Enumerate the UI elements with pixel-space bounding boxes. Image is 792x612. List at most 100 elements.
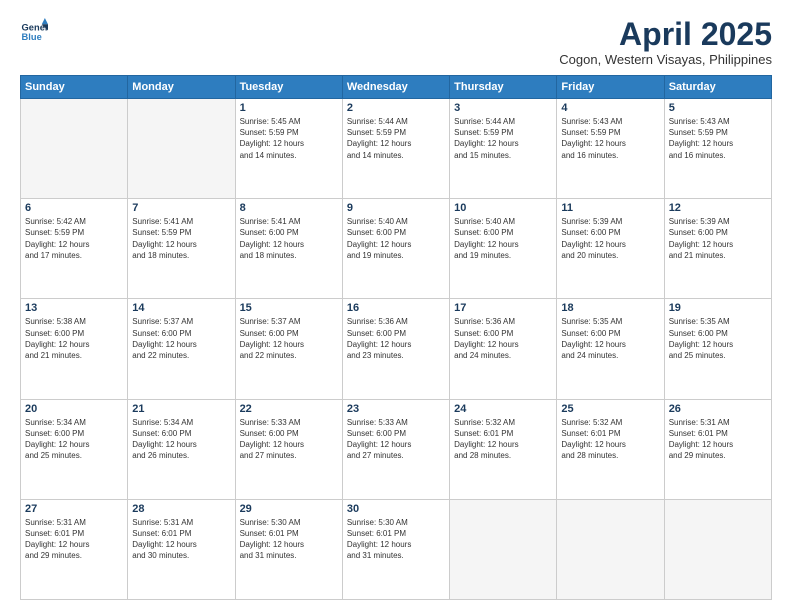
day-info: Sunrise: 5:30 AM Sunset: 6:01 PM Dayligh… — [240, 517, 338, 562]
table-row: 22 Sunrise: 5:33 AM Sunset: 6:00 PM Dayli… — [235, 399, 342, 499]
day-number: 23 — [347, 403, 445, 415]
day-info: Sunrise: 5:44 AM Sunset: 5:59 PM Dayligh… — [347, 116, 445, 161]
logo: General Blue — [20, 18, 48, 46]
table-row: 12 Sunrise: 5:39 AM Sunset: 6:00 PM Dayli… — [664, 199, 771, 299]
day-info: Sunrise: 5:42 AM Sunset: 5:59 PM Dayligh… — [25, 216, 123, 261]
month-title: April 2025 — [559, 18, 772, 50]
calendar-week-row: 1 Sunrise: 5:45 AM Sunset: 5:59 PM Daylig… — [21, 99, 772, 199]
day-number: 8 — [240, 202, 338, 214]
table-row — [21, 99, 128, 199]
col-tuesday: Tuesday — [235, 76, 342, 99]
table-row: 10 Sunrise: 5:40 AM Sunset: 6:00 PM Dayli… — [450, 199, 557, 299]
title-block: April 2025 Cogon, Western Visayas, Phili… — [559, 18, 772, 67]
calendar-table: Sunday Monday Tuesday Wednesday Thursday… — [20, 75, 772, 600]
col-sunday: Sunday — [21, 76, 128, 99]
day-number: 3 — [454, 102, 552, 114]
day-number: 9 — [347, 202, 445, 214]
table-row: 24 Sunrise: 5:32 AM Sunset: 6:01 PM Dayli… — [450, 399, 557, 499]
day-number: 10 — [454, 202, 552, 214]
calendar-week-row: 27 Sunrise: 5:31 AM Sunset: 6:01 PM Dayli… — [21, 499, 772, 599]
table-row: 28 Sunrise: 5:31 AM Sunset: 6:01 PM Dayli… — [128, 499, 235, 599]
day-info: Sunrise: 5:33 AM Sunset: 6:00 PM Dayligh… — [347, 417, 445, 462]
day-number: 22 — [240, 403, 338, 415]
day-number: 12 — [669, 202, 767, 214]
day-number: 27 — [25, 503, 123, 515]
table-row: 30 Sunrise: 5:30 AM Sunset: 6:01 PM Dayli… — [342, 499, 449, 599]
day-info: Sunrise: 5:35 AM Sunset: 6:00 PM Dayligh… — [669, 316, 767, 361]
day-number: 30 — [347, 503, 445, 515]
table-row: 14Sunrise: 5:37 AM Sunset: 6:00 PM Dayli… — [128, 299, 235, 399]
col-monday: Monday — [128, 76, 235, 99]
table-row — [450, 499, 557, 599]
day-number: 14 — [132, 302, 230, 314]
col-saturday: Saturday — [664, 76, 771, 99]
day-number: 28 — [132, 503, 230, 515]
day-number: 25 — [561, 403, 659, 415]
day-info: Sunrise: 5:39 AM Sunset: 6:00 PM Dayligh… — [669, 216, 767, 261]
day-info: Sunrise: 5:40 AM Sunset: 6:00 PM Dayligh… — [347, 216, 445, 261]
day-info: Sunrise: 5:45 AM Sunset: 5:59 PM Dayligh… — [240, 116, 338, 161]
table-row: 23 Sunrise: 5:33 AM Sunset: 6:00 PM Dayli… — [342, 399, 449, 499]
day-info: Sunrise: 5:43 AM Sunset: 5:59 PM Dayligh… — [561, 116, 659, 161]
col-friday: Friday — [557, 76, 664, 99]
day-number: 2 — [347, 102, 445, 114]
day-info: Sunrise: 5:34 AM Sunset: 6:00 PM Dayligh… — [25, 417, 123, 462]
day-info: Sunrise: 5:32 AM Sunset: 6:01 PM Dayligh… — [454, 417, 552, 462]
day-number: 29 — [240, 503, 338, 515]
table-row: 1 Sunrise: 5:45 AM Sunset: 5:59 PM Daylig… — [235, 99, 342, 199]
day-number: 7 — [132, 202, 230, 214]
day-number: 26 — [669, 403, 767, 415]
weekday-header-row: Sunday Monday Tuesday Wednesday Thursday… — [21, 76, 772, 99]
table-row — [557, 499, 664, 599]
calendar-week-row: 13 Sunrise: 5:38 AM Sunset: 6:00 PM Dayli… — [21, 299, 772, 399]
day-number: 18 — [561, 302, 659, 314]
day-info: Sunrise: 5:30 AM Sunset: 6:01 PM Dayligh… — [347, 517, 445, 562]
day-number: 6 — [25, 202, 123, 214]
table-row: 18 Sunrise: 5:35 AM Sunset: 6:00 PM Dayli… — [557, 299, 664, 399]
day-info: Sunrise: 5:39 AM Sunset: 6:00 PM Dayligh… — [561, 216, 659, 261]
day-info: Sunrise: 5:40 AM Sunset: 6:00 PM Dayligh… — [454, 216, 552, 261]
table-row: 9 Sunrise: 5:40 AM Sunset: 6:00 PM Daylig… — [342, 199, 449, 299]
table-row: 3 Sunrise: 5:44 AM Sunset: 5:59 PM Daylig… — [450, 99, 557, 199]
table-row: 20 Sunrise: 5:34 AM Sunset: 6:00 PM Dayli… — [21, 399, 128, 499]
day-number: 19 — [669, 302, 767, 314]
day-number: 16 — [347, 302, 445, 314]
col-wednesday: Wednesday — [342, 76, 449, 99]
day-info: Sunrise: 5:33 AM Sunset: 6:00 PM Dayligh… — [240, 417, 338, 462]
day-info: Sunrise: 5:41 AM Sunset: 6:00 PM Dayligh… — [240, 216, 338, 261]
page: General Blue April 2025 Cogon, Western V… — [0, 0, 792, 612]
day-number: 20 — [25, 403, 123, 415]
day-info: Sunrise: 5:35 AM Sunset: 6:00 PM Dayligh… — [561, 316, 659, 361]
table-row — [128, 99, 235, 199]
day-info: Sunrise: 5:37 AM Sunset: 6:00 PM Dayligh… — [240, 316, 338, 361]
calendar-week-row: 6 Sunrise: 5:42 AM Sunset: 5:59 PM Daylig… — [21, 199, 772, 299]
day-number: 24 — [454, 403, 552, 415]
day-info: Sunrise: 5:43 AM Sunset: 5:59 PM Dayligh… — [669, 116, 767, 161]
day-number: 21 — [132, 403, 230, 415]
day-number: 4 — [561, 102, 659, 114]
table-row: 25Sunrise: 5:32 AM Sunset: 6:01 PM Dayli… — [557, 399, 664, 499]
table-row: 6 Sunrise: 5:42 AM Sunset: 5:59 PM Daylig… — [21, 199, 128, 299]
logo-icon: General Blue — [20, 18, 48, 46]
day-info: Sunrise: 5:41 AM Sunset: 5:59 PM Dayligh… — [132, 216, 230, 261]
day-number: 17 — [454, 302, 552, 314]
table-row: 15 Sunrise: 5:37 AM Sunset: 6:00 PM Dayli… — [235, 299, 342, 399]
day-number: 13 — [25, 302, 123, 314]
day-number: 15 — [240, 302, 338, 314]
header: General Blue April 2025 Cogon, Western V… — [20, 18, 772, 67]
table-row: 4 Sunrise: 5:43 AM Sunset: 5:59 PM Daylig… — [557, 99, 664, 199]
table-row: 5Sunrise: 5:43 AM Sunset: 5:59 PM Daylig… — [664, 99, 771, 199]
day-info: Sunrise: 5:31 AM Sunset: 6:01 PM Dayligh… — [25, 517, 123, 562]
day-number: 1 — [240, 102, 338, 114]
day-info: Sunrise: 5:38 AM Sunset: 6:00 PM Dayligh… — [25, 316, 123, 361]
col-thursday: Thursday — [450, 76, 557, 99]
day-info: Sunrise: 5:31 AM Sunset: 6:01 PM Dayligh… — [132, 517, 230, 562]
table-row: 17Sunrise: 5:36 AM Sunset: 6:00 PM Dayli… — [450, 299, 557, 399]
day-info: Sunrise: 5:36 AM Sunset: 6:00 PM Dayligh… — [347, 316, 445, 361]
table-row: 16 Sunrise: 5:36 AM Sunset: 6:00 PM Dayli… — [342, 299, 449, 399]
day-info: Sunrise: 5:44 AM Sunset: 5:59 PM Dayligh… — [454, 116, 552, 161]
subtitle: Cogon, Western Visayas, Philippines — [559, 52, 772, 67]
table-row: 26Sunrise: 5:31 AM Sunset: 6:01 PM Dayli… — [664, 399, 771, 499]
calendar-week-row: 20 Sunrise: 5:34 AM Sunset: 6:00 PM Dayli… — [21, 399, 772, 499]
svg-text:Blue: Blue — [22, 32, 42, 42]
